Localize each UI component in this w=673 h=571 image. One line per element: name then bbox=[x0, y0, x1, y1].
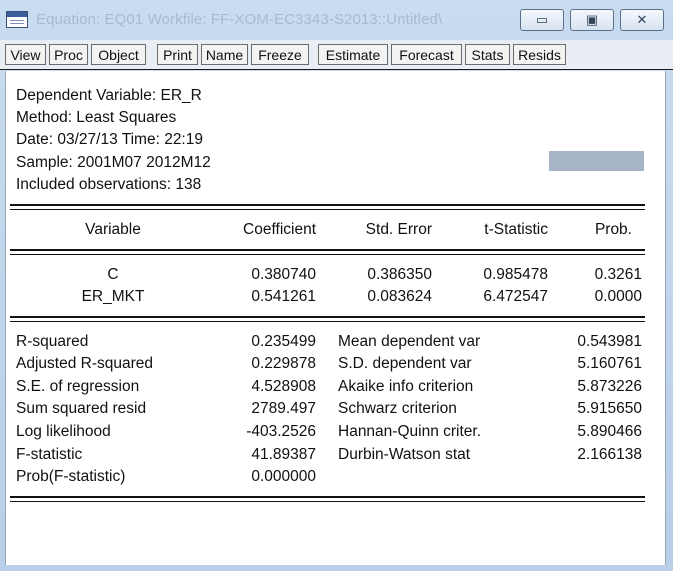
col-header-std-error: Std. Error bbox=[365, 221, 432, 238]
selection-highlight bbox=[549, 151, 644, 171]
estimate-button[interactable]: Estimate bbox=[318, 44, 388, 65]
row-c-std-error: 0.386350 bbox=[367, 266, 432, 283]
row-ermkt-std-error: 0.083624 bbox=[367, 288, 432, 305]
row-ermkt-t-statistic: 6.472547 bbox=[483, 288, 548, 305]
stat-value-log-likelihood: -403.2526 bbox=[246, 423, 316, 440]
view-button[interactable]: View bbox=[5, 44, 46, 65]
col-header-coefficient: Coefficient bbox=[243, 221, 316, 238]
sample-line: Sample: 2001M07 2012M12 bbox=[16, 154, 211, 171]
stat-label-sd-dependent-var: S.D. dependent var bbox=[338, 355, 472, 372]
stat-label-sum-squared-resid: Sum squared resid bbox=[16, 400, 147, 417]
col-header-prob: Prob. bbox=[594, 221, 632, 238]
stat-label-akaike: Akaike info criterion bbox=[338, 378, 474, 395]
stat-value-sum-squared-resid: 2789.497 bbox=[251, 400, 316, 417]
stats-bottom-rule bbox=[10, 496, 645, 498]
stat-value-schwarz: 5.915650 bbox=[577, 400, 642, 417]
stat-value-r-squared: 0.235499 bbox=[251, 333, 316, 350]
header-rule bbox=[10, 249, 645, 251]
col-header-variable: Variable bbox=[85, 221, 141, 238]
stat-value-adj-r-squared: 0.229878 bbox=[251, 355, 316, 372]
table-top-rule bbox=[10, 204, 645, 206]
row-c-t-statistic: 0.985478 bbox=[483, 266, 548, 283]
proc-button[interactable]: Proc bbox=[49, 44, 88, 65]
stats-bottom-rule-2 bbox=[10, 501, 645, 502]
row-ermkt-variable: ER_MKT bbox=[81, 288, 145, 305]
stat-label-f-statistic: F-statistic bbox=[16, 446, 83, 463]
close-icon: ✕ bbox=[636, 12, 648, 27]
freeze-button[interactable]: Freeze bbox=[251, 44, 309, 65]
window-app-icon bbox=[6, 11, 28, 28]
row-ermkt-prob: 0.0000 bbox=[594, 288, 642, 305]
minimize-icon: ▭ bbox=[535, 12, 549, 27]
stat-value-se-regression: 4.528908 bbox=[251, 378, 316, 395]
stat-value-hannan-quinn: 5.890466 bbox=[577, 423, 642, 440]
dependent-variable-line: Dependent Variable: ER_R bbox=[16, 87, 202, 104]
name-button[interactable]: Name bbox=[201, 44, 248, 65]
row-c-prob: 0.3261 bbox=[594, 266, 642, 283]
minimize-button[interactable]: ▭ bbox=[520, 9, 564, 31]
window-title: Equation: EQ01 Workfile: FF-XOM-EC3343-S… bbox=[36, 11, 443, 28]
stat-label-mean-dependent-var: Mean dependent var bbox=[338, 333, 481, 350]
stats-button[interactable]: Stats bbox=[465, 44, 510, 65]
row-c-coefficient: 0.380740 bbox=[251, 266, 316, 283]
col-header-t-statistic: t-Statistic bbox=[484, 221, 548, 238]
stat-label-schwarz: Schwarz criterion bbox=[338, 400, 457, 417]
stat-label-prob-f-statistic: Prob(F-statistic) bbox=[16, 468, 126, 485]
stat-label-se-regression: S.E. of regression bbox=[16, 378, 140, 395]
coef-bottom-rule-2 bbox=[10, 321, 645, 322]
maximize-button[interactable]: ▣ bbox=[570, 9, 614, 31]
stat-label-durbin-watson: Durbin-Watson stat bbox=[338, 446, 471, 463]
forecast-button[interactable]: Forecast bbox=[391, 44, 462, 65]
row-ermkt-coefficient: 0.541261 bbox=[251, 288, 316, 305]
method-line: Method: Least Squares bbox=[16, 109, 177, 126]
date-line: Date: 03/27/13 Time: 22:19 bbox=[16, 131, 203, 148]
stat-value-akaike: 5.873226 bbox=[577, 378, 642, 395]
print-button[interactable]: Print bbox=[157, 44, 198, 65]
row-c-variable: C bbox=[107, 266, 119, 283]
stat-value-prob-f-statistic: 0.000000 bbox=[251, 468, 316, 485]
resids-button[interactable]: Resids bbox=[513, 44, 566, 65]
stat-value-mean-dependent-var: 0.543981 bbox=[577, 333, 642, 350]
stat-label-r-squared: R-squared bbox=[16, 333, 89, 350]
title-bar[interactable]: Equation: EQ01 Workfile: FF-XOM-EC3343-S… bbox=[0, 0, 673, 40]
object-button[interactable]: Object bbox=[91, 44, 146, 65]
observations-line: Included observations: 138 bbox=[16, 176, 202, 193]
table-top-rule-2 bbox=[10, 209, 645, 210]
equation-window: Equation: EQ01 Workfile: FF-XOM-EC3343-S… bbox=[0, 0, 673, 571]
close-button[interactable]: ✕ bbox=[620, 9, 664, 31]
toolbar: View Proc Object Print Name Freeze Estim… bbox=[0, 40, 673, 70]
stat-label-log-likelihood: Log likelihood bbox=[16, 423, 111, 440]
stat-label-hannan-quinn: Hannan-Quinn criter. bbox=[338, 423, 482, 440]
stat-value-durbin-watson: 2.166138 bbox=[577, 446, 642, 463]
maximize-icon: ▣ bbox=[585, 12, 599, 27]
stat-label-adj-r-squared: Adjusted R-squared bbox=[16, 355, 153, 372]
stat-value-f-statistic: 41.89387 bbox=[251, 446, 316, 463]
stat-value-sd-dependent-var: 5.160761 bbox=[577, 355, 642, 372]
estimation-output: Dependent Variable: ER_R Method: Least S… bbox=[5, 71, 666, 565]
header-rule-2 bbox=[10, 254, 645, 255]
coef-bottom-rule bbox=[10, 316, 645, 318]
